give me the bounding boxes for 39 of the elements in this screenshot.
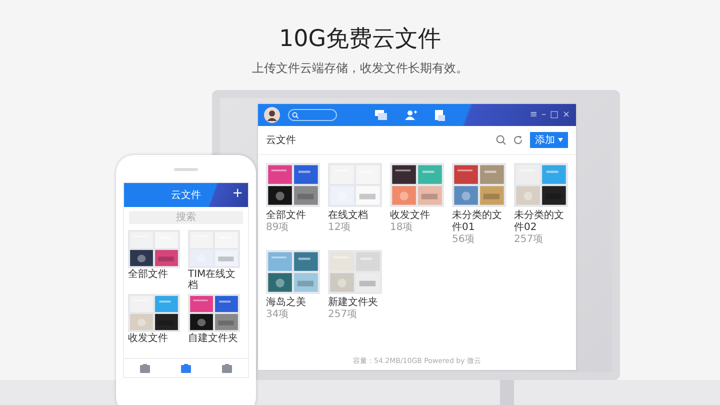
folder-name[interactable]: 全部文件 [128, 269, 184, 280]
item-count: 34项 [266, 309, 290, 321]
folder-name[interactable]: 未分类的文件01 [452, 210, 510, 234]
file-icon[interactable] [435, 110, 445, 120]
folder-name[interactable]: 在线文档 [328, 210, 386, 222]
item-count: 56项 [452, 234, 476, 246]
item-count: 89项 [266, 222, 290, 234]
refresh-icon[interactable] [513, 135, 523, 145]
search-icon [292, 112, 299, 118]
search-icon[interactable] [496, 135, 506, 145]
window-control[interactable]: ≡ [530, 110, 538, 120]
item-count: 257项 [328, 309, 358, 321]
item-count: 18项 [390, 222, 414, 234]
window-control[interactable]: × [562, 110, 570, 120]
speaker-slot [174, 168, 198, 171]
window-control[interactable]: □ [550, 110, 558, 120]
folder-name[interactable]: TIM在线文档 [188, 269, 244, 291]
folder-name[interactable]: 收发文件 [128, 333, 184, 344]
item-count: 257项 [514, 234, 544, 246]
window-control[interactable]: – [541, 110, 546, 120]
folder-name[interactable]: 新建文件夹 [328, 297, 386, 309]
page-title: 10G免费云文件 [278, 25, 442, 54]
search-field[interactable] [288, 109, 337, 121]
folder-name[interactable]: 海岛之美 [266, 297, 324, 309]
item-count: 12项 [328, 222, 352, 234]
add-button[interactable]: + [232, 186, 243, 202]
caret-icon [558, 138, 563, 142]
folder-name[interactable]: 未分类的文件02 [514, 210, 572, 234]
folder-name[interactable]: 自建文件夹 [188, 333, 244, 344]
phone-title: 云文件 [171, 188, 201, 202]
folder-name[interactable]: 全部文件 [266, 210, 324, 222]
add-button[interactable]: 添加 [530, 132, 568, 148]
avatar-icon[interactable] [264, 107, 280, 123]
briefcase-icon[interactable] [222, 364, 232, 372]
folder-name[interactable]: 收发文件 [390, 210, 448, 222]
section-title: 云文件 [266, 134, 296, 147]
page-subtitle: 上传文件云端存储，收发文件长期有效。 [251, 60, 469, 77]
monitor-stand [500, 380, 514, 405]
contacts-icon[interactable] [405, 110, 417, 120]
